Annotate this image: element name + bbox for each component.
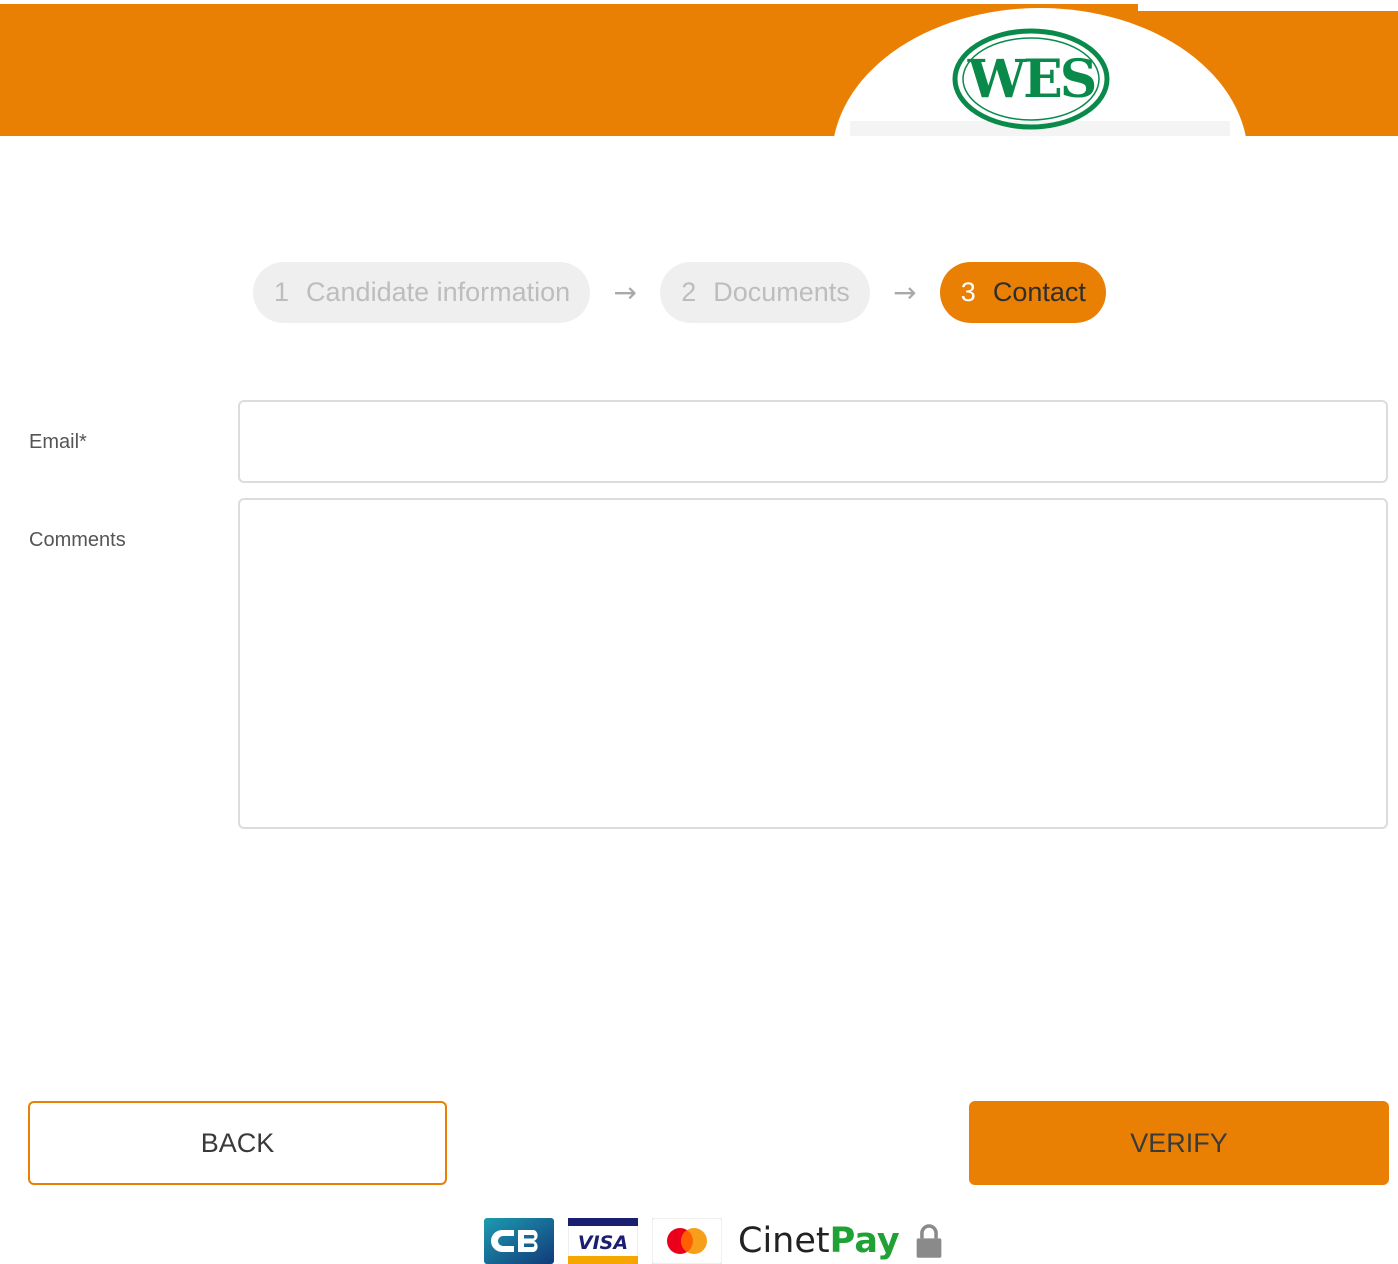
email-field[interactable]	[238, 400, 1388, 483]
lock-icon	[914, 1223, 944, 1259]
arrow-right-icon: →	[893, 276, 917, 309]
step-number: 2	[681, 277, 697, 307]
verify-button[interactable]: VERIFY	[969, 1101, 1389, 1185]
cb-icon	[484, 1218, 554, 1264]
logo-text: WES	[967, 48, 1098, 110]
step-label: Documents	[713, 277, 850, 307]
email-label: Email*	[29, 431, 87, 453]
step-documents[interactable]: 2 Documents	[660, 262, 870, 323]
cinetpay-logo: CinetPay	[738, 1221, 900, 1261]
step-number: 3	[960, 277, 976, 307]
visa-icon: VISA	[568, 1218, 638, 1264]
header-notch	[1138, 0, 1398, 11]
payment-methods: VISA CinetPay	[484, 1218, 944, 1264]
step-label: Contact	[992, 277, 1086, 307]
svg-text:VISA: VISA	[578, 1232, 628, 1254]
mastercard-icon	[652, 1218, 722, 1264]
step-number: 1	[274, 277, 290, 307]
back-button[interactable]: BACK	[28, 1101, 447, 1185]
step-contact[interactable]: 3 Contact	[939, 262, 1106, 323]
cinetpay-prefix: Cinet	[738, 1221, 830, 1261]
cinetpay-suffix: Pay	[829, 1221, 900, 1261]
wes-logo[interactable]: WES	[951, 27, 1111, 131]
site-header: WES	[0, 0, 1398, 136]
comments-label: Comments	[29, 529, 126, 551]
step-label: Candidate information	[306, 277, 571, 307]
progress-stepper: 1 Candidate information → 2 Documents → …	[253, 262, 1106, 323]
comments-textarea[interactable]	[238, 498, 1388, 829]
step-candidate-information[interactable]: 1 Candidate information	[253, 262, 591, 323]
arrow-right-icon: →	[613, 276, 637, 309]
